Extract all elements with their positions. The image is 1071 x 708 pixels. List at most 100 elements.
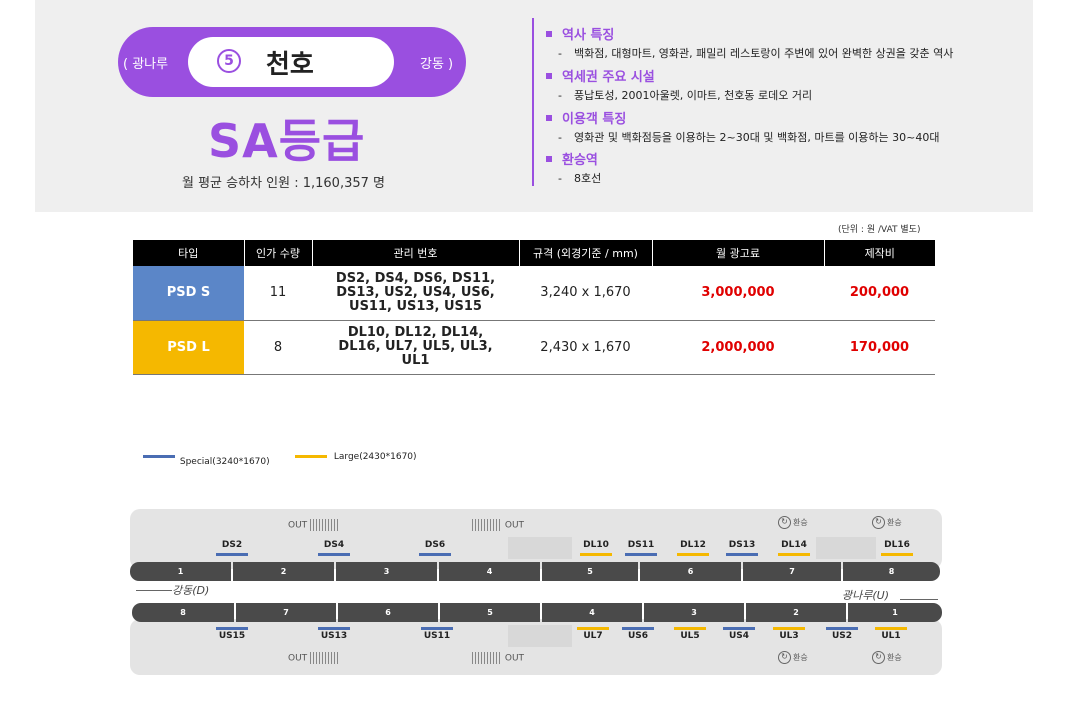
header-fee: 월 광고료 [652,240,825,266]
bullet-icon [546,30,552,37]
bullet-icon [546,72,552,79]
next-station-label: 강동 ) [420,57,454,72]
train-car: 7 [236,603,336,622]
door-bar-large [577,627,609,630]
train-car: 5 [440,603,540,622]
train-car: 6 [640,562,741,581]
door-label: US2 [831,631,853,641]
fee-cell: 2,000,000 [652,320,824,375]
door-bar-special [318,553,350,556]
door-bar-large [773,627,805,630]
header-divider [532,18,534,186]
door-label: DS6 [424,540,446,550]
door-label: DL14 [781,540,807,550]
direction-up-label: 광나루(U) [842,589,889,602]
arrow-right-icon [900,599,938,600]
train-car: 4 [542,603,642,622]
table-row: PSD L 8 DL10, DL12, DL14, DL16, UL7, UL5… [133,320,935,375]
door-label: US11 [423,631,451,641]
door-label: US13 [320,631,348,641]
train-car: 3 [336,562,437,581]
door-bar-special [726,553,758,556]
train-car: 2 [233,562,334,581]
door-bar-special [622,627,654,630]
table-row: PSD S 11 DS2, DS4, DS6, DS11, DS13, US2,… [133,266,935,321]
legend-special-label: Special(3240*1670) [179,457,270,467]
door-label: US15 [218,631,246,641]
door-label: DS13 [728,540,756,550]
transfer-icon: ↻ [872,516,885,529]
legend-special: Special(3240*1670) [143,452,270,467]
door-label: DL16 [884,540,910,550]
transfer-marker: ↻ 환승 [872,651,902,664]
info-desc: 영화관 및 백화점등을 이용하는 2~30대 및 백화점, 마트를 이용하는 3… [573,131,940,144]
train-up: 8 7 6 5 4 3 2 1 [130,603,942,622]
unit-note: (단위 : 원 /VAT 별도) [838,225,921,235]
door-bar-large [674,627,706,630]
qty-cell: 8 [244,320,312,375]
legend-large-line [295,455,327,458]
bullet-icon [546,155,552,162]
stairs-icon [472,652,502,664]
exit-marker: OUT [472,519,524,531]
info-desc: 풍납토성, 2001아울렛, 이마트, 천호동 로데오 거리 [573,89,813,102]
door-bar-special [318,627,350,630]
door-label: UL7 [583,631,603,641]
stairs-icon [310,652,341,664]
header-qty: 인가 수량 [244,240,313,266]
info-area-facilities: 역세권 주요 시설 - 풍납토성, 2001아울렛, 이마트, 천호동 로데오 거… [546,66,812,103]
door-label: DL12 [680,540,706,550]
info-user-features: 이용객 특징 - 영화관 및 백화점등을 이용하는 2~30대 및 백화점, 마트… [546,108,940,145]
platform-map: OUT OUT ↻ 환승 ↻ 환승 DS2 DS4 DS6 DL10 DS11 DL… [130,507,942,675]
door-label: UL1 [881,631,901,641]
door-bar-special [723,627,755,630]
door-label: UL3 [779,631,799,641]
train-car: 3 [644,603,744,622]
door-label: DS2 [221,540,243,550]
prev-station-label: ( 광나루 [123,57,169,72]
door-bar-large [677,553,709,556]
legend-special-line [143,455,175,458]
door-bar-large [778,553,810,556]
cost-cell: 200,000 [824,266,935,321]
exit-marker: OUT [288,519,341,531]
type-cell: PSD L [133,320,244,375]
ids-cell: DS2, DS4, DS6, DS11, DS13, US2, US4, US6… [312,266,519,321]
header-size: 규격 (외경기준 / mm) [519,240,653,266]
info-title: 이용객 특징 [562,112,627,127]
info-title: 역세권 주요 시설 [562,70,655,85]
arrow-left-icon [136,590,172,591]
door-label: DS4 [323,540,345,550]
transfer-icon: ↻ [778,516,791,529]
door-bar-large [580,553,612,556]
door-bar-special [216,553,248,556]
pillar-block [816,537,876,559]
exit-marker: OUT [472,652,524,664]
stairs-icon [472,519,502,531]
door-label: US6 [627,631,649,641]
size-cell: 3,240 x 1,670 [519,266,652,321]
legend-large-label: Large(2430*1670) [333,452,417,462]
door-bar-special [419,553,451,556]
fee-cell: 3,000,000 [652,266,824,321]
line-number-badge: 5 [217,49,241,73]
train-car: 8 [843,562,940,581]
transfer-marker: ↻ 환승 [872,516,902,529]
train-down: 1 2 3 4 5 6 7 8 [130,562,942,581]
door-label: DL10 [583,540,609,550]
train-car: 5 [542,562,638,581]
pillar-block [508,537,572,559]
door-label: DS11 [627,540,655,550]
door-bar-special [826,627,858,630]
transfer-icon: ↻ [872,651,885,664]
info-title: 환승역 [562,153,598,168]
station-grade: SA등급 [208,114,366,168]
direction-down-label: 강동(D) [172,584,210,597]
train-car: 4 [439,562,540,581]
door-label: UL5 [680,631,700,641]
size-cell: 2,430 x 1,670 [519,320,652,375]
monthly-ridership: 월 평균 승하차 인원 : 1,160,357 명 [182,176,385,191]
qty-cell: 11 [244,266,312,321]
train-car: 7 [743,562,841,581]
train-car: 8 [132,603,234,622]
